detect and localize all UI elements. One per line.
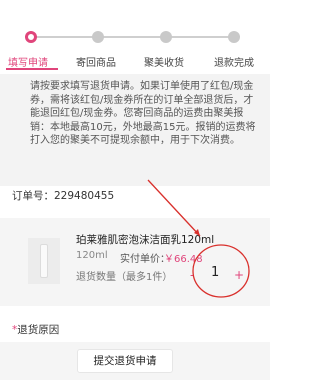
paid-price: ￥66.48 xyxy=(164,254,203,265)
step-dot-1 xyxy=(25,31,37,43)
order-number-row: 订单号：229480455 xyxy=(12,188,114,203)
product-thumbnail xyxy=(28,238,60,284)
active-step-underline xyxy=(6,68,58,70)
product-tube-image xyxy=(40,244,48,278)
step-dot-2 xyxy=(92,31,104,43)
step-label-1: 填写申请 xyxy=(8,58,48,69)
return-notice: 请按要求填写退货申请。如果订单使用了红包/现金券，需将该红包/现金券所在的订单全… xyxy=(0,74,270,174)
submit-return-button[interactable]: 提交退货申请 xyxy=(77,349,173,373)
step-label-3: 聚美收货 xyxy=(144,58,184,69)
quantity-decrement-button[interactable]: - xyxy=(190,268,194,282)
quantity-increment-button[interactable]: + xyxy=(234,268,244,282)
quantity-value[interactable]: 1 xyxy=(211,265,219,280)
return-reason-label[interactable]: *退货原因 xyxy=(12,322,59,337)
return-quantity-label: 退货数量（最多1件） xyxy=(76,272,173,283)
step-label-4: 退款完成 xyxy=(214,58,254,69)
paid-price-label: 实付单价： xyxy=(120,254,170,265)
step-line xyxy=(36,36,234,38)
progress-steps: 填写申请 寄回商品 聚美收货 退款完成 xyxy=(0,0,270,70)
bottom-bar: 提交退货申请 xyxy=(0,342,270,380)
step-dot-3 xyxy=(160,31,172,43)
order-number-label: 订单号： xyxy=(12,190,54,202)
product-spec: 120ml xyxy=(76,250,108,261)
order-number-value: 229480455 xyxy=(54,190,115,202)
product-name: 珀莱雅肌密泡沫洁面乳120ml xyxy=(76,234,215,246)
return-reason-text: 退货原因 xyxy=(17,324,60,336)
step-label-2: 寄回商品 xyxy=(76,58,116,69)
notice-text: 请按要求填写退货申请。如果订单使用了红包/现金券，需将该红包/现金券所在的订单全… xyxy=(30,81,256,147)
step-dot-4 xyxy=(228,31,240,43)
section-divider xyxy=(0,174,270,186)
product-item: 珀莱雅肌密泡沫洁面乳120ml 120ml 实付单价： ￥66.48 退货数量（… xyxy=(0,218,270,306)
